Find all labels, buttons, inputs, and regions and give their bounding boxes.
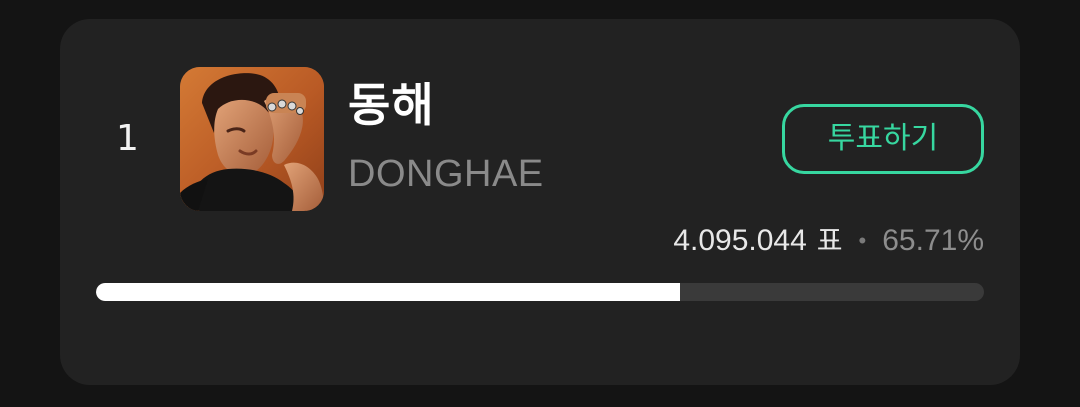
artist-name: 동해 — [348, 78, 435, 132]
vote-button[interactable]: 투표하기 — [782, 104, 984, 174]
vote-unit: 표 — [816, 224, 843, 257]
artist-avatar — [180, 67, 324, 211]
vote-count: 4.095.044 — [673, 224, 807, 257]
artist-english-name: DONGHAE — [348, 153, 544, 195]
vote-progress-fill — [96, 283, 680, 301]
vote-percentage: 65.71% — [882, 224, 984, 257]
separator-dot: • — [858, 228, 867, 253]
vote-stats: 4.095.044 표 • 65.71% — [673, 220, 984, 262]
vote-progress-bar — [96, 283, 984, 301]
artist-photo — [180, 67, 324, 211]
rank-number: 1 — [116, 118, 139, 159]
